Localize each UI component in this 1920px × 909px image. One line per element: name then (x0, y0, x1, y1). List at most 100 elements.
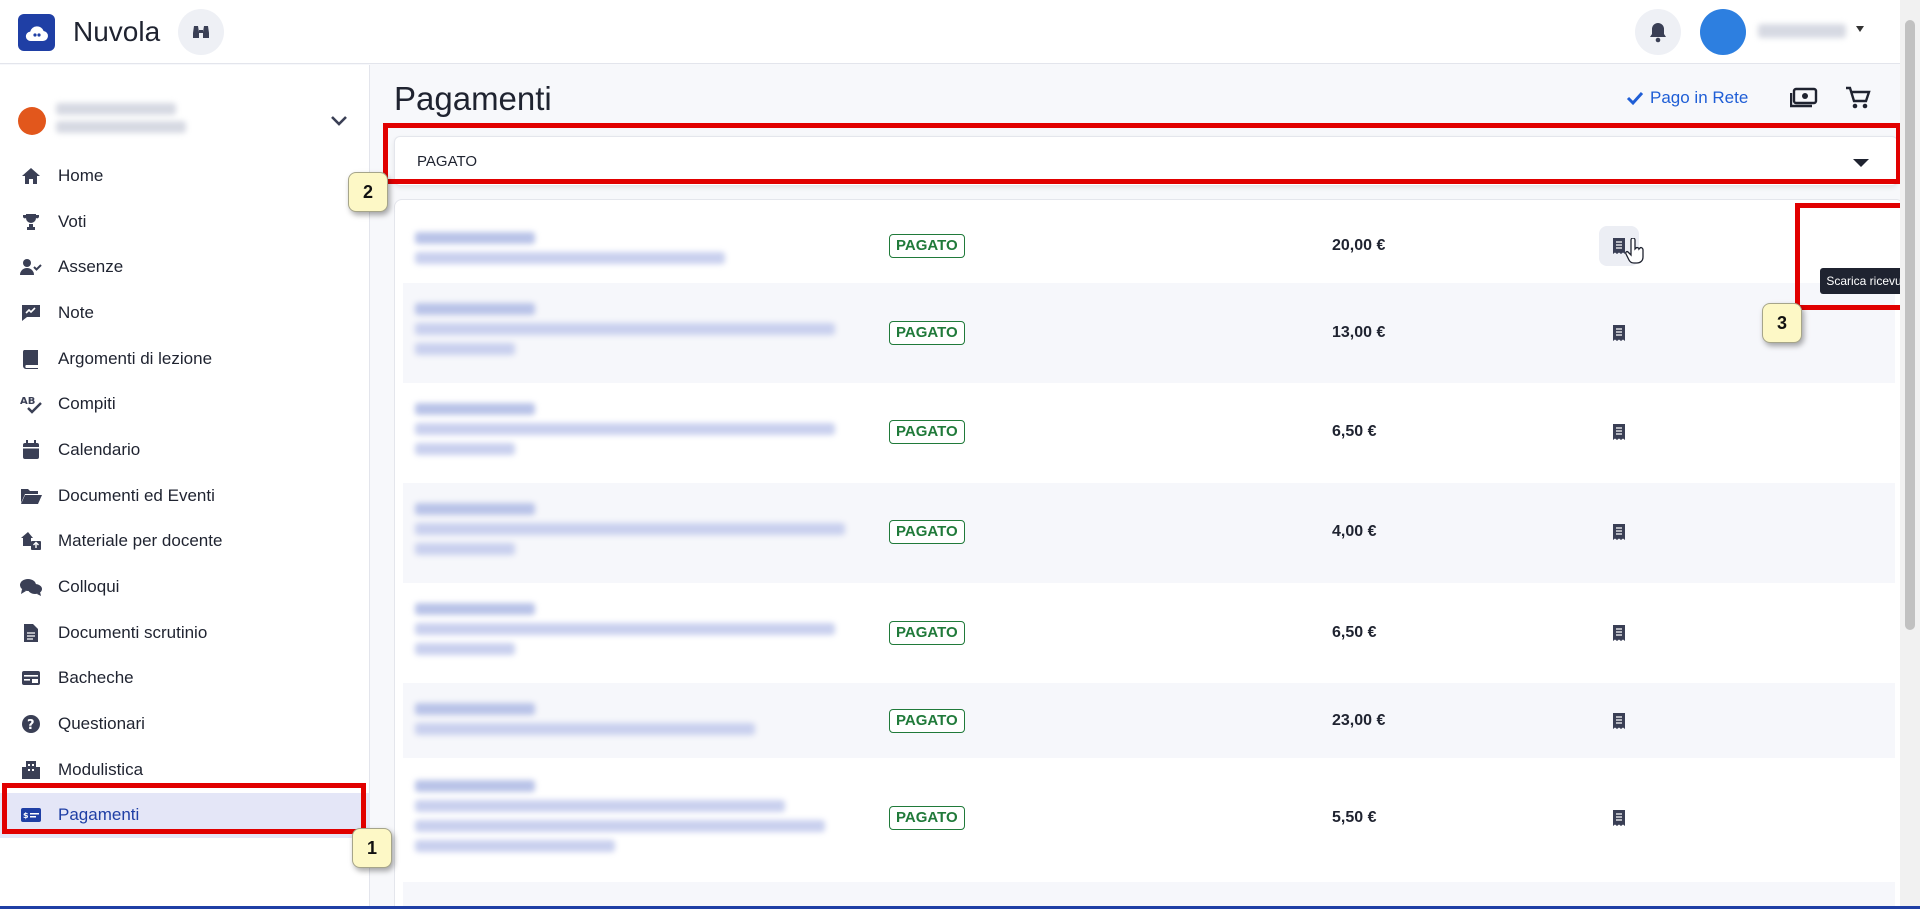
sidebar-item-voti[interactable]: Voti (0, 199, 370, 245)
receipt-icon (1613, 238, 1625, 254)
folder-open-icon (20, 485, 42, 507)
annotation-number-2: 2 (348, 172, 388, 212)
student-class-redacted (56, 121, 186, 133)
pago-in-rete-label: Pago in Rete (1650, 88, 1749, 107)
table-row: PAGATO 23,00 € (403, 683, 1895, 758)
sidebar-item-calendario[interactable]: Calendario (0, 427, 370, 473)
payments-list: PAGATO 20,00 € PAGATO 13,00 € PAGATO 6,5… (394, 199, 1904, 909)
sidebar-item-label: Voti (58, 211, 87, 231)
table-row: PAGATO 13,00 € (403, 283, 1895, 383)
student-selector[interactable] (18, 97, 358, 143)
sidebar-item-argomenti[interactable]: Argomenti di lezione (0, 336, 370, 382)
scrollbar-thumb[interactable] (1905, 20, 1915, 630)
download-receipt-button[interactable] (1599, 701, 1639, 741)
notifications-button[interactable] (1635, 9, 1681, 55)
main-content: Pagamenti Pago in Rete PAGATO PAGATO 20,… (371, 65, 1904, 909)
user-menu-caret-icon[interactable] (1856, 26, 1864, 32)
annotation-number-3: 3 (1762, 303, 1802, 343)
sidebar-item-documenti-scrutinio[interactable]: Documenti scrutinio (0, 610, 370, 656)
sidebar-item-label: Bacheche (58, 668, 134, 688)
download-receipt-button[interactable] (1599, 412, 1639, 452)
status-badge: PAGATO (889, 806, 965, 830)
sidebar-item-compiti[interactable]: AB Compiti (0, 381, 370, 427)
user-check-icon (20, 256, 42, 278)
student-name-redacted (56, 103, 176, 115)
app-title: Nuvola (73, 16, 161, 47)
sidebar-item-materiale-docente[interactable]: Materiale per docente (0, 519, 370, 565)
table-row: PAGATO 6,50 € (403, 383, 1895, 483)
payment-description-redacted (415, 403, 855, 463)
user-name-redacted[interactable] (1758, 24, 1846, 38)
sidebar-nav: Home Voti Assenze Note Argomenti di lezi… (0, 153, 370, 839)
spellcheck-icon: AB (20, 393, 42, 415)
payment-amount: 5,50 € (1332, 809, 1377, 826)
sidebar-item-label: Questionari (58, 714, 145, 734)
payment-description-redacted (415, 303, 855, 363)
binoculars-button[interactable] (178, 9, 224, 55)
status-badge: PAGATO (889, 321, 965, 345)
sidebar-item-label: Documenti ed Eventi (58, 485, 215, 505)
page-title: Pagamenti (394, 80, 552, 117)
highlight-box-1 (2, 783, 366, 834)
cash-button[interactable] (1788, 82, 1820, 114)
top-bar: Nuvola (0, 0, 1900, 64)
home-icon (20, 165, 42, 187)
user-avatar[interactable] (1700, 9, 1746, 55)
note-icon (20, 302, 42, 324)
scrollbar[interactable] (1900, 0, 1920, 909)
payment-amount: 6,50 € (1332, 423, 1377, 440)
sidebar-item-label: Colloqui (58, 577, 120, 597)
payment-amount: 6,50 € (1332, 624, 1377, 641)
hand-cursor-icon (1625, 238, 1644, 264)
payment-description-redacted (415, 503, 855, 563)
cart-button[interactable] (1842, 82, 1874, 114)
download-receipt-button[interactable] (1599, 313, 1639, 353)
payment-description-redacted (415, 232, 855, 272)
sidebar-item-assenze[interactable]: Assenze (0, 244, 370, 290)
payment-description-redacted (415, 703, 855, 743)
sidebar-item-colloqui[interactable]: Colloqui (0, 564, 370, 610)
sidebar-item-label: Argomenti di lezione (58, 348, 213, 368)
status-badge: PAGATO (889, 709, 965, 733)
status-badge: PAGATO (889, 520, 965, 544)
highlight-box-2 (383, 123, 1901, 184)
receipt-icon (1613, 625, 1625, 641)
receipt-icon (1613, 424, 1625, 440)
binoculars-icon (193, 26, 209, 38)
chat-icon (20, 576, 42, 598)
document-icon (20, 622, 42, 644)
table-row: PAGATO 20,00 € (403, 208, 1895, 283)
download-receipt-button[interactable] (1599, 512, 1639, 552)
bell-icon (1650, 23, 1666, 43)
payment-description-redacted (415, 603, 855, 663)
sidebar-item-label: Compiti (58, 394, 116, 414)
building-icon (20, 759, 42, 781)
pago-in-rete-link[interactable]: Pago in Rete (1626, 84, 1748, 112)
sidebar-item-label: Assenze (58, 257, 124, 277)
sidebar-item-label: Modulistica (58, 759, 144, 779)
payment-amount: 13,00 € (1332, 324, 1386, 341)
payment-amount: 20,00 € (1332, 237, 1386, 254)
nuvola-logo-icon[interactable] (18, 14, 55, 51)
board-icon (20, 667, 42, 689)
receipt-icon (1613, 524, 1625, 540)
table-row: PAGATO 4,00 € (403, 483, 1895, 583)
sidebar-item-questionari[interactable]: ? Questionari (0, 701, 370, 747)
sidebar-item-home[interactable]: Home (0, 153, 370, 199)
download-receipt-button[interactable] (1599, 798, 1639, 838)
cart-icon (1846, 86, 1871, 109)
svg-text:?: ? (27, 718, 35, 733)
annotation-number-1: 1 (352, 828, 392, 868)
sidebar-item-note[interactable]: Note (0, 290, 370, 336)
chevron-down-icon[interactable] (326, 107, 352, 133)
download-receipt-button[interactable] (1599, 613, 1639, 653)
sidebar-item-documenti-eventi[interactable]: Documenti ed Eventi (0, 473, 370, 519)
house-upload-icon (20, 530, 42, 552)
sidebar-item-label: Materiale per docente (58, 531, 223, 551)
sidebar-item-label: Home (58, 165, 104, 185)
table-row: PAGATO 5,50 € (403, 758, 1895, 882)
receipt-icon (1613, 713, 1625, 729)
receipt-icon (1613, 325, 1625, 341)
sidebar-item-bacheche[interactable]: Bacheche (0, 656, 370, 702)
sidebar-item-label: Note (58, 302, 94, 322)
